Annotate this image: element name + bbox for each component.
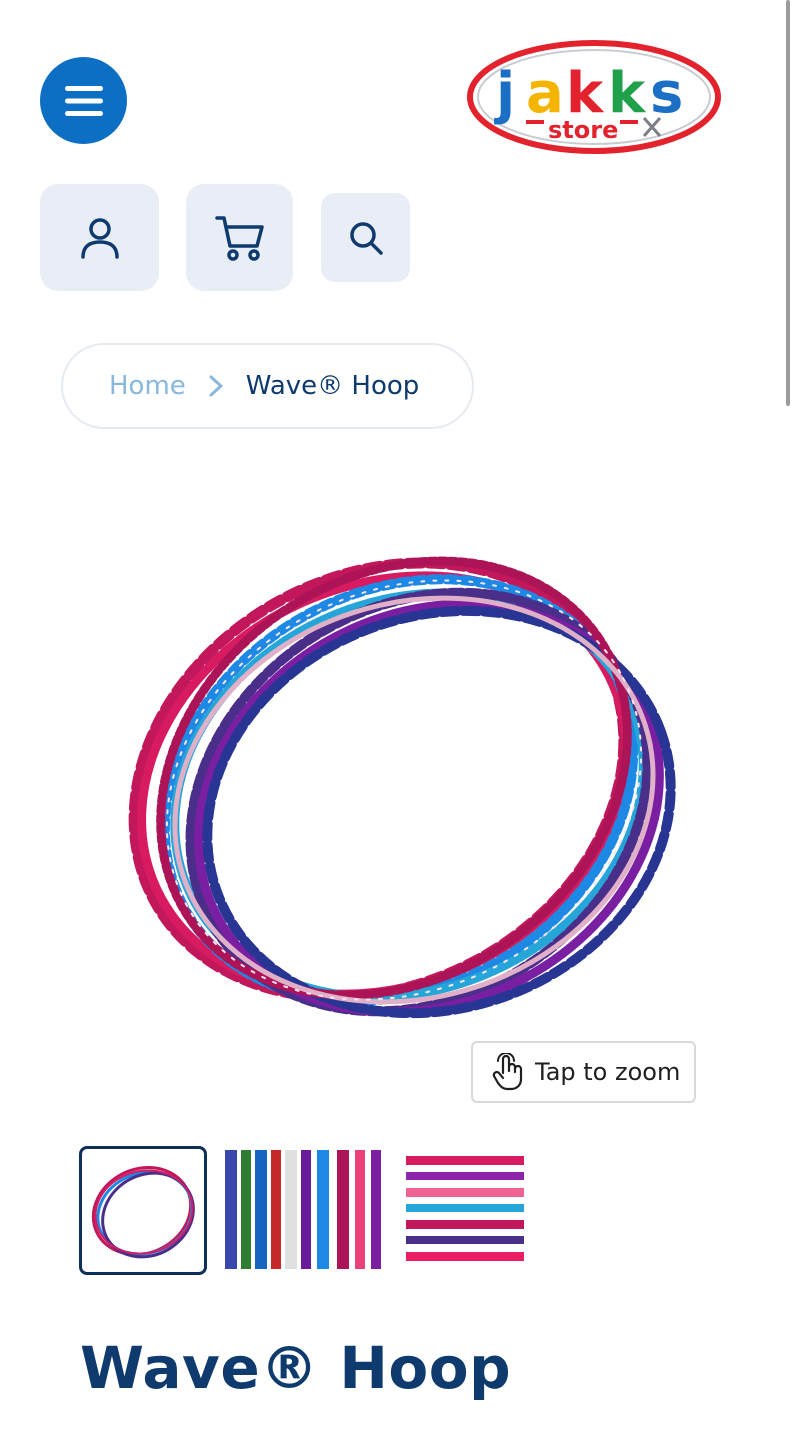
svg-text:store: store (548, 116, 618, 144)
cart-button[interactable] (186, 184, 293, 291)
tap-hand-icon (492, 1053, 523, 1091)
shopping-cart-icon (214, 215, 264, 261)
chevron-right-icon (209, 375, 223, 397)
product-title: Wave® Hoop (80, 1334, 512, 1402)
thumbnail-2[interactable] (221, 1150, 387, 1269)
thumbnail-3[interactable] (406, 1150, 524, 1269)
product-main-image[interactable] (79, 460, 716, 1124)
search-button[interactable] (321, 193, 410, 282)
svg-text:s: s (650, 61, 683, 126)
account-button[interactable] (40, 184, 159, 291)
jakks-store-logo[interactable]: j a k k s store (466, 40, 722, 155)
breadcrumb: Home Wave® Hoop (61, 343, 474, 429)
breadcrumb-current: Wave® Hoop (245, 371, 420, 401)
thumbnail-1[interactable] (79, 1146, 207, 1275)
tap-to-zoom-button[interactable]: Tap to zoom (471, 1041, 696, 1103)
breadcrumb-home-link[interactable]: Home (109, 371, 186, 401)
search-icon (349, 221, 383, 255)
svg-text:j: j (494, 61, 515, 126)
page-scrollbar[interactable] (786, 0, 790, 406)
menu-button[interactable] (40, 57, 127, 144)
hamburger-menu-icon (64, 85, 103, 116)
user-icon (80, 217, 119, 259)
tap-to-zoom-label: Tap to zoom (535, 1058, 681, 1086)
